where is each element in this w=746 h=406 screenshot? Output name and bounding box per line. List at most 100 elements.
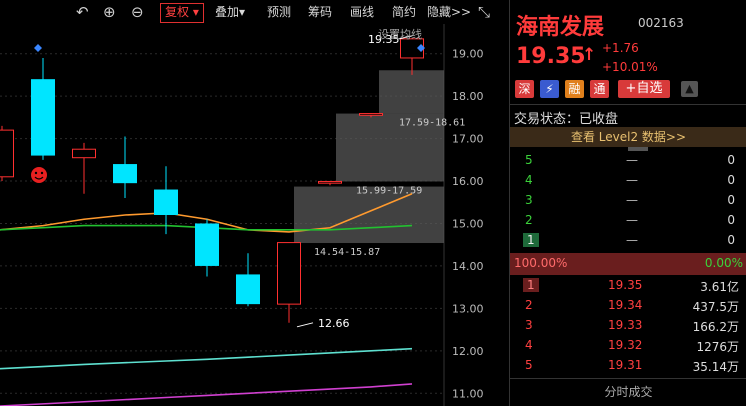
- band-label: 17.59-18.61: [399, 118, 465, 129]
- y-tick-label: 15.00: [452, 217, 484, 230]
- candle: [400, 38, 424, 75]
- yuce-button[interactable]: 预测: [267, 3, 291, 21]
- chart-toolbar: ↶ ⊕ ⊖ 复权 ▾ 叠加▾ 预测 筹码 画线 简约 隐藏>> ⤡: [0, 0, 508, 24]
- y-tick-label: 17.00: [452, 133, 484, 146]
- buy-level: 5: [525, 358, 533, 372]
- y-tick-label: 13.00: [452, 302, 484, 315]
- buy-row: 4 19.32 1276万: [510, 336, 746, 356]
- y-axis: 19.00 18.00 17.00 16.00 15.00 14.00 13.00 12.00…: [452, 48, 484, 401]
- y-tick-label: 14.00: [452, 260, 484, 273]
- price-change-pct: +10.01%: [602, 60, 658, 74]
- ma-setting-link[interactable]: 设置均线: [378, 27, 422, 41]
- diamond-marker-icon: [34, 44, 42, 52]
- candle: [154, 166, 178, 235]
- buy-price: 19.34: [608, 298, 643, 312]
- y-tick-label: 11.00: [452, 387, 484, 400]
- huaxian-button[interactable]: 画线: [350, 3, 374, 21]
- stock-code: 002163: [638, 16, 684, 30]
- price-band: [379, 70, 444, 114]
- fuquan-dropdown[interactable]: 复权 ▾: [160, 3, 204, 23]
- buy-price: 19.32: [608, 338, 643, 352]
- ratio-left: 100.00%: [514, 256, 568, 270]
- buy-row: 2 19.34 437.5万: [510, 296, 746, 316]
- tick-detail-tab[interactable]: 分时成交: [510, 383, 746, 400]
- candle-body: [318, 180, 342, 184]
- band-label: 14.54-15.87: [314, 247, 380, 258]
- sell-volume: 0: [727, 213, 735, 227]
- band-label: 15.99-17.59: [356, 185, 422, 196]
- sell-volume: 0: [727, 173, 735, 187]
- buy-level: 3: [525, 318, 533, 332]
- buy-price: 19.35: [608, 278, 643, 292]
- candle: [31, 57, 55, 160]
- candle-body: [236, 274, 260, 305]
- sell-row: 5 — 0: [510, 151, 746, 171]
- buy-level: 2: [525, 298, 533, 312]
- buy-price: 19.31: [608, 358, 643, 372]
- sell-row: 4 — 0: [510, 171, 746, 191]
- hide-toggle[interactable]: 隐藏>>: [427, 3, 471, 21]
- kline-chart[interactable]: 14.54-15.8715.99-17.5917.59-18.61 19.351…: [0, 24, 508, 406]
- candle: [318, 180, 342, 186]
- market-badge: 深: [515, 80, 534, 98]
- jianyue-button[interactable]: 简约: [392, 3, 416, 21]
- candle-body: [359, 113, 383, 116]
- candle-body: [31, 79, 55, 156]
- candle: [0, 125, 14, 182]
- quote-panel: 海南发展 002163 19.35 ↑ +1.76 +10.01% 深 ⚡ 融 …: [509, 0, 746, 406]
- level2-link[interactable]: 查看 Level2 数据>>: [510, 127, 746, 147]
- trade-status: 交易状态：已收盘: [514, 112, 619, 127]
- sell-price: —: [626, 233, 638, 247]
- sell-row: 2 — 0: [510, 211, 746, 231]
- sell-price: —: [626, 193, 638, 207]
- candle: [72, 142, 96, 194]
- candle-body: [113, 164, 137, 184]
- buy-price: 19.33: [608, 318, 643, 332]
- candle-body: [72, 148, 96, 159]
- sell-row: 3 — 0: [510, 191, 746, 211]
- sell-price: —: [626, 173, 638, 187]
- diejia-label: 叠加: [215, 5, 240, 19]
- ma-line-cyan: [0, 347, 413, 370]
- y-tick-label: 12.00: [452, 345, 484, 358]
- buy-volume: 166.2万: [692, 320, 739, 334]
- ma-line-magenta: [0, 383, 413, 406]
- alert-bell-icon[interactable]: ▲: [681, 81, 698, 97]
- lightning-icon: ⚡: [540, 80, 559, 98]
- margin-badge: 融: [565, 80, 584, 98]
- ratio-bar: 100.00% 0.00%: [510, 253, 746, 275]
- candle-body: [154, 189, 178, 215]
- zoom-out-icon[interactable]: ⊖: [131, 3, 144, 21]
- fuquan-label: 复权: [165, 5, 190, 19]
- buy-row: 1 19.35 3.61亿: [510, 276, 746, 296]
- buy-row: 3 19.33 166.2万: [510, 316, 746, 336]
- sell-volume: 0: [727, 153, 735, 167]
- connect-badge: 通: [590, 80, 609, 98]
- candle: [195, 219, 219, 277]
- diejia-dropdown[interactable]: 叠加▾: [215, 3, 245, 21]
- last-price: 19.35: [516, 44, 586, 69]
- sell-level: 5: [525, 153, 533, 167]
- sell-volume: 0: [727, 233, 735, 247]
- annotation-arrow: [296, 322, 314, 328]
- ratio-right: 0.00%: [704, 256, 743, 270]
- buy-row: 5 19.31 35.14万: [510, 356, 746, 376]
- price-change: +1.76: [602, 41, 639, 55]
- caret-down-icon: ▾: [239, 5, 246, 19]
- buy-volume: 3.61亿: [700, 280, 739, 294]
- chouma-button[interactable]: 筹码: [308, 3, 332, 21]
- up-arrow-icon: ↑: [582, 45, 597, 65]
- sell-row: 1 — 0: [510, 231, 746, 251]
- candle-body: [195, 223, 219, 266]
- candle-body: [0, 129, 14, 178]
- add-watchlist-button[interactable]: +自选: [618, 80, 670, 98]
- zoom-in-icon[interactable]: ⊕: [103, 3, 116, 21]
- sell-level: 4: [525, 173, 533, 187]
- buy-level: 1: [523, 278, 539, 292]
- buy-volume: 35.14万: [692, 360, 739, 374]
- undo-icon[interactable]: ↶: [76, 3, 89, 21]
- buy-volume: 437.5万: [692, 300, 739, 314]
- candle-body: [277, 242, 301, 305]
- y-tick-label: 19.00: [452, 48, 484, 61]
- collapse-icon[interactable]: ⤡: [478, 3, 490, 21]
